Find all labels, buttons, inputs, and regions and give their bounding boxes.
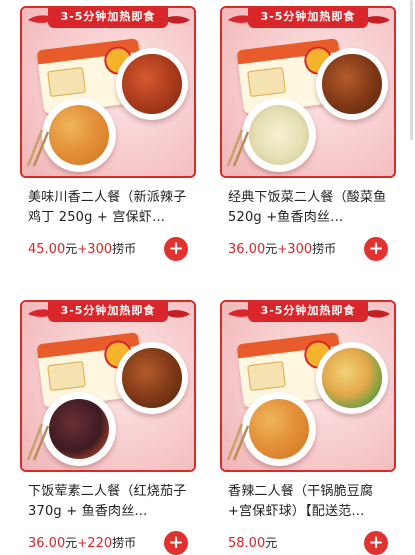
price-value: 36.00 <box>28 536 66 551</box>
plus-separator: + <box>77 536 88 550</box>
heat-time-banner: 3-5分钟加热即食 <box>248 8 368 28</box>
price-row: 45.00元+300捞币 + <box>28 236 196 262</box>
product-image[interactable]: 3-5分钟加热即食 <box>220 300 396 472</box>
dish-plate <box>316 48 388 120</box>
product-title[interactable]: 下饭荤素二人餐（红烧茄子 370g + 鱼香肉丝… <box>28 482 194 522</box>
product-image[interactable]: 3-5分钟加热即食 <box>20 6 196 178</box>
price-value: 58.00 <box>228 536 266 551</box>
chopsticks-icon <box>26 129 50 167</box>
chopsticks-icon <box>26 423 50 461</box>
plus-icon: + <box>168 532 184 553</box>
chopsticks-icon <box>226 129 250 167</box>
coin-unit: 捞币 <box>312 242 337 256</box>
coin-value: 300 <box>87 242 113 257</box>
plus-separator: + <box>77 242 88 256</box>
price-row: 58.00元 + <box>228 530 396 555</box>
price-value: 45.00 <box>28 242 66 257</box>
product-title[interactable]: 经典下饭菜二人餐（酸菜鱼 520g +鱼香肉丝… <box>228 188 394 228</box>
product-card[interactable]: 3-5分钟加热即食 下饭荤素二人餐（红烧茄子 370g + 鱼香肉丝… 36.0… <box>20 300 196 555</box>
dish-plate <box>42 392 116 466</box>
dish-plate <box>116 342 188 414</box>
add-to-cart-button[interactable]: + <box>164 237 188 261</box>
scrollbar[interactable] <box>410 0 413 140</box>
price-row: 36.00元+220捞币 + <box>28 530 196 555</box>
product-title[interactable]: 香辣二人餐（干锅脆豆腐+宫保虾球）【配送范… <box>228 482 394 522</box>
plus-icon: + <box>368 238 384 259</box>
coin-unit: 捞币 <box>112 536 137 550</box>
dish-plate <box>42 98 116 172</box>
heat-time-banner: 3-5分钟加热即食 <box>48 302 168 322</box>
dish-plate <box>242 98 316 172</box>
currency-unit: 元 <box>65 242 78 256</box>
price-row: 36.00元+300捞币 + <box>228 236 396 262</box>
chopsticks-icon <box>226 423 250 461</box>
add-to-cart-button[interactable]: + <box>164 531 188 555</box>
product-card[interactable]: 3-5分钟加热即食 美味川香二人餐（新派辣子鸡丁 250g + 宫保虾… 45.… <box>20 6 196 262</box>
plus-separator: + <box>277 242 288 256</box>
price-value: 36.00 <box>228 242 266 257</box>
coin-unit: 捞币 <box>112 242 137 256</box>
add-to-cart-button[interactable]: + <box>364 237 388 261</box>
currency-unit: 元 <box>265 242 278 256</box>
product-card[interactable]: 3-5分钟加热即食 经典下饭菜二人餐（酸菜鱼 520g +鱼香肉丝… 36.00… <box>220 6 396 262</box>
product-grid: 3-5分钟加热即食 美味川香二人餐（新派辣子鸡丁 250g + 宫保虾… 45.… <box>0 0 415 555</box>
product-title[interactable]: 美味川香二人餐（新派辣子鸡丁 250g + 宫保虾… <box>28 188 194 228</box>
dish-plate <box>316 342 388 414</box>
product-image[interactable]: 3-5分钟加热即食 <box>220 6 396 178</box>
dish-plate <box>116 48 188 120</box>
plus-icon: + <box>368 532 384 553</box>
coin-value: 300 <box>287 242 313 257</box>
product-image[interactable]: 3-5分钟加热即食 <box>20 300 196 472</box>
add-to-cart-button[interactable]: + <box>364 531 388 555</box>
currency-unit: 元 <box>65 536 78 550</box>
currency-unit: 元 <box>265 536 278 550</box>
heat-time-banner: 3-5分钟加热即食 <box>48 8 168 28</box>
product-card[interactable]: 3-5分钟加热即食 香辣二人餐（干锅脆豆腐+宫保虾球）【配送范… 58.00元 … <box>220 300 396 555</box>
plus-icon: + <box>168 238 184 259</box>
heat-time-banner: 3-5分钟加热即食 <box>248 302 368 322</box>
dish-plate <box>242 392 316 466</box>
coin-value: 220 <box>87 536 113 551</box>
